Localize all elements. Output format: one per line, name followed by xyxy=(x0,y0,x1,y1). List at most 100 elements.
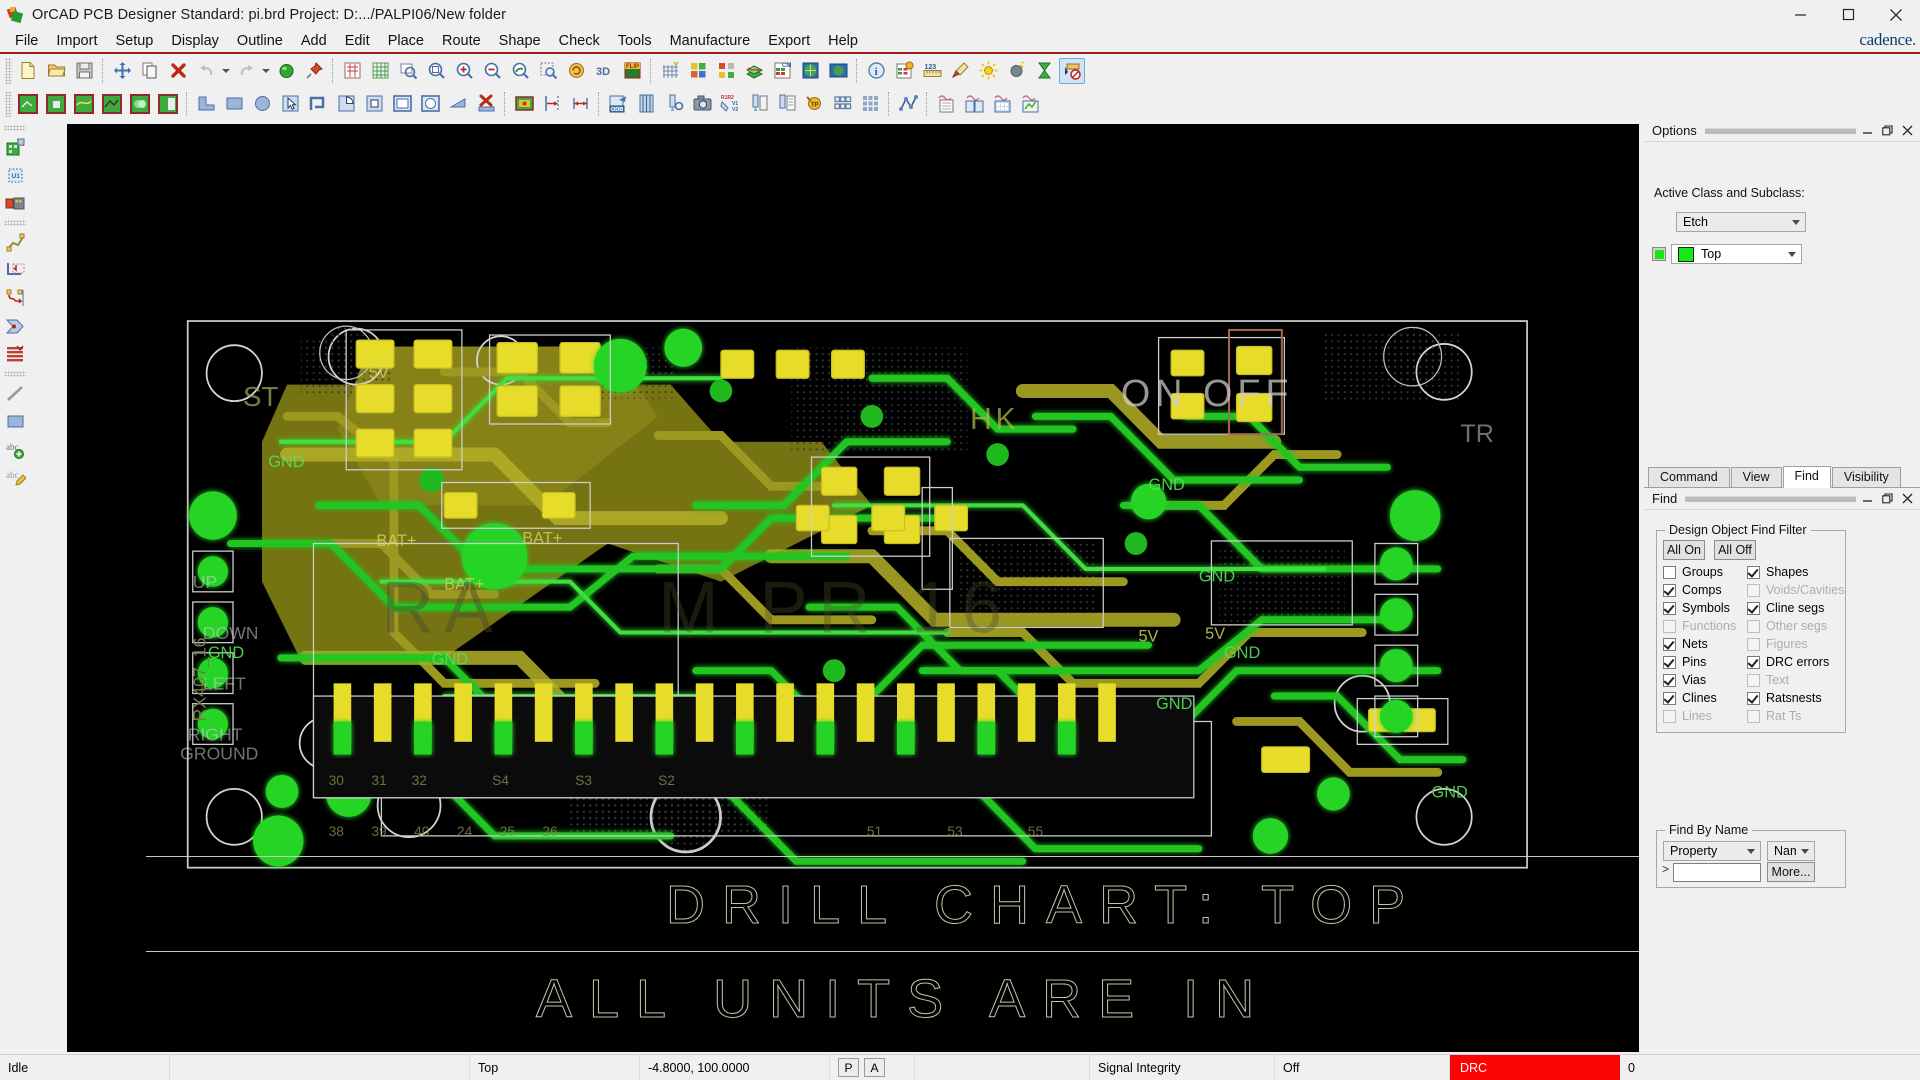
checkbox-groups[interactable] xyxy=(1663,565,1676,579)
toolbar2-grip[interactable] xyxy=(5,90,12,117)
shape-delete-island-icon[interactable] xyxy=(155,91,181,117)
highlight-brush-icon[interactable] xyxy=(947,58,973,84)
color-palette-icon[interactable] xyxy=(685,58,711,84)
signal-path-icon[interactable] xyxy=(895,91,921,117)
hourglass-icon[interactable] xyxy=(1031,58,1057,84)
report-icon[interactable] xyxy=(773,91,799,117)
filter-vias[interactable]: Vias xyxy=(1663,671,1745,689)
checkbox-vias[interactable] xyxy=(1663,673,1676,687)
new-file-icon[interactable] xyxy=(15,58,41,84)
draw-filled-rect-icon[interactable] xyxy=(389,91,415,117)
menu-place[interactable]: Place xyxy=(379,30,433,52)
measure-icon[interactable]: 123 xyxy=(919,58,945,84)
left-toolbar-grip-1[interactable] xyxy=(4,125,26,131)
screen-capture-icon[interactable] xyxy=(689,91,715,117)
close-icon[interactable] xyxy=(1872,0,1920,29)
menu-file[interactable]: File xyxy=(6,30,47,52)
grid-toggle-icon[interactable] xyxy=(367,58,393,84)
shape-change-icon[interactable] xyxy=(99,91,125,117)
menu-display[interactable]: Display xyxy=(162,30,228,52)
place-manual-icon[interactable] xyxy=(2,134,28,160)
filter-pins[interactable]: Pins xyxy=(1663,653,1745,671)
draw-shape-fill-icon[interactable] xyxy=(445,91,471,117)
global-view-icon[interactable] xyxy=(825,58,851,84)
menu-import[interactable]: Import xyxy=(47,30,106,52)
checkbox-symbols[interactable] xyxy=(1663,601,1676,615)
filter-drc-errors[interactable]: DRC errors xyxy=(1747,653,1843,671)
tab-command[interactable]: Command xyxy=(1648,467,1730,487)
add-rect-icon[interactable] xyxy=(2,408,28,434)
light-off-icon[interactable] xyxy=(1003,58,1029,84)
zoom-fit-icon[interactable] xyxy=(395,58,421,84)
left-toolbar-grip-3[interactable] xyxy=(4,371,26,377)
shape-add-rect-icon[interactable] xyxy=(15,91,41,117)
si-analysis-doc-icon[interactable] xyxy=(933,91,959,117)
checkbox-comps[interactable] xyxy=(1663,583,1676,597)
save-icon[interactable] xyxy=(71,58,97,84)
auto-route-icon[interactable] xyxy=(2,341,28,367)
find-name-input[interactable] xyxy=(1673,863,1761,882)
maximize-icon[interactable] xyxy=(1824,0,1872,29)
filter-shapes[interactable]: Shapes xyxy=(1747,563,1843,581)
menu-check[interactable]: Check xyxy=(550,30,609,52)
active-class-select[interactable]: Etch xyxy=(1676,212,1806,232)
minimize-icon[interactable] xyxy=(1776,0,1824,29)
checkbox-ratsnests[interactable] xyxy=(1747,691,1760,705)
open-file-icon[interactable] xyxy=(43,58,69,84)
light-on-icon[interactable] xyxy=(975,58,1001,84)
copy-icon[interactable] xyxy=(137,58,163,84)
artwork-film-icon[interactable] xyxy=(633,91,659,117)
undo-icon[interactable] xyxy=(193,58,219,84)
filter-cline-segs[interactable]: Cline segs xyxy=(1747,599,1843,617)
zoom-previous-icon[interactable] xyxy=(423,58,449,84)
property-edit-icon[interactable] xyxy=(891,58,917,84)
delete-icon[interactable] xyxy=(165,58,191,84)
options-minimize-icon[interactable] xyxy=(1862,125,1873,137)
left-toolbar-grip-2[interactable] xyxy=(4,220,26,226)
active-subclass-select[interactable]: Top xyxy=(1671,244,1802,264)
subclass-visibility-swatch[interactable] xyxy=(1652,247,1666,261)
tab-find[interactable]: Find xyxy=(1782,466,1831,488)
zoom-world-icon[interactable] xyxy=(479,58,505,84)
filter-clines[interactable]: Clines xyxy=(1663,689,1745,707)
redo-dropdown-caret-icon[interactable] xyxy=(260,58,272,84)
options-restore-icon[interactable] xyxy=(1882,125,1893,137)
draw-path-icon[interactable] xyxy=(305,91,331,117)
checkbox-pins[interactable] xyxy=(1663,655,1676,669)
dfa-icon[interactable] xyxy=(797,58,823,84)
pin-icon[interactable] xyxy=(301,58,327,84)
place-component-icon[interactable]: U1 xyxy=(2,162,28,188)
show-element-info-icon[interactable]: i xyxy=(863,58,889,84)
color-visibility-icon[interactable] xyxy=(713,58,739,84)
menu-tools[interactable]: Tools xyxy=(609,30,661,52)
checkbox-shapes[interactable] xyxy=(1747,565,1760,579)
zoom-out-icon[interactable] xyxy=(535,58,561,84)
edit-text-icon[interactable]: abc xyxy=(2,464,28,490)
delay-tune-icon[interactable] xyxy=(2,285,28,311)
menu-edit[interactable]: Edit xyxy=(336,30,379,52)
undo-dropdown-caret-icon[interactable] xyxy=(220,58,232,84)
draw-arc-icon[interactable] xyxy=(333,91,359,117)
find-close-icon[interactable] xyxy=(1902,493,1913,505)
constraint-manager-icon[interactable]: CM xyxy=(769,58,795,84)
tab-view[interactable]: View xyxy=(1730,467,1782,487)
zoom-in-icon[interactable] xyxy=(507,58,533,84)
find-more-button[interactable]: More... xyxy=(1767,862,1815,882)
shape-edit-boundary-icon[interactable] xyxy=(71,91,97,117)
find-type-select[interactable]: Property xyxy=(1663,841,1761,861)
redo-icon[interactable] xyxy=(233,58,259,84)
custom-smooth-icon[interactable] xyxy=(2,313,28,339)
expand-marker-icon[interactable]: > xyxy=(1662,862,1669,876)
drill-legend-icon[interactable] xyxy=(661,91,687,117)
add-line-icon[interactable] xyxy=(2,380,28,406)
move-icon[interactable] xyxy=(109,58,135,84)
find-scope-select[interactable]: Name xyxy=(1767,841,1815,861)
add-connect-icon[interactable] xyxy=(2,229,28,255)
pcb-canvas[interactable]: ON OFF HK TR ST GND GND GND GND GND GND GND… xyxy=(67,124,1639,1052)
si-model-icon[interactable] xyxy=(989,91,1015,117)
draw-delete-icon[interactable] xyxy=(473,91,499,117)
toolbar-grip[interactable] xyxy=(5,57,12,84)
menu-setup[interactable]: Setup xyxy=(106,30,162,52)
options-close-icon[interactable] xyxy=(1902,125,1913,137)
filter-ratsnests[interactable]: Ratsnests xyxy=(1747,689,1843,707)
